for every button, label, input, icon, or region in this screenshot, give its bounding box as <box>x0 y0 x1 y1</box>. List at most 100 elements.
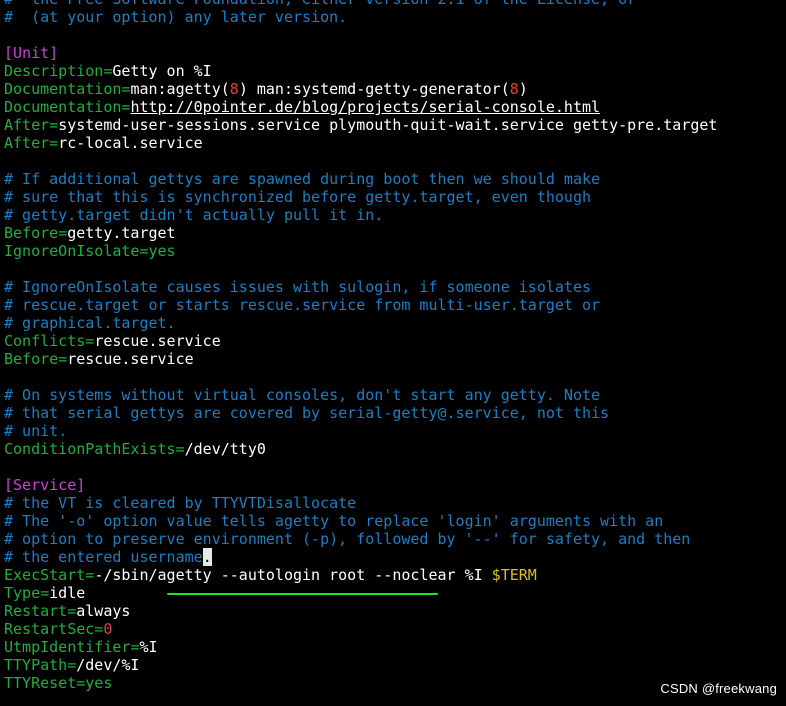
terminal-line: [Service] <box>4 476 784 494</box>
config-key: RestartSec <box>4 620 95 638</box>
config-value: ) <box>518 80 528 98</box>
comment-text: # rescue.target or starts rescue.service… <box>4 296 601 314</box>
equals-sign: = <box>67 656 77 674</box>
config-value: %I <box>139 638 158 656</box>
terminal-line: IgnoreOnIsolate=yes <box>4 242 784 260</box>
terminal-line: Before=rescue.service <box>4 350 784 368</box>
terminal-line: # the Free Software Foundation; either v… <box>4 0 784 8</box>
terminal-line: Documentation=http://0pointer.de/blog/pr… <box>4 98 784 116</box>
config-key: Conflicts <box>4 332 86 350</box>
config-value: rescue.service <box>67 350 194 368</box>
equals-sign: = <box>40 584 50 602</box>
section-header: [Unit] <box>4 44 59 62</box>
config-key: IgnoreOnIsolate <box>4 242 140 260</box>
comment-text: # The '-o' option value tells agetty to … <box>4 512 664 530</box>
config-key: After <box>4 116 50 134</box>
terminal-line: [Unit] <box>4 44 784 62</box>
config-value: ) man:systemd-getty-generator( <box>238 80 510 98</box>
equals-sign: = <box>49 116 59 134</box>
equals-sign: = <box>49 134 59 152</box>
equals-sign: = <box>76 674 86 692</box>
comment-text: # graphical.target. <box>4 314 176 332</box>
comment-text: # that serial gettys are covered by seri… <box>4 404 610 422</box>
terminal-line: # graphical.target. <box>4 314 784 332</box>
terminal-line: # getty.target didn't actually pull it i… <box>4 206 784 224</box>
comment-text: # IgnoreOnIsolate causes issues with sul… <box>4 278 591 296</box>
config-key: Before <box>4 224 59 242</box>
terminal-line: # sure that this is synchronized before … <box>4 188 784 206</box>
config-key: Documentation <box>4 80 122 98</box>
equals-sign: = <box>85 332 95 350</box>
equals-sign: = <box>85 566 95 584</box>
terminal-line: # unit. <box>4 422 784 440</box>
terminal-line: Documentation=man:agetty(8) man:systemd-… <box>4 80 784 98</box>
terminal-line: # option to preserve environment (-p), f… <box>4 530 784 548</box>
url-link[interactable]: http://0pointer.de/blog/projects/serial-… <box>130 98 600 116</box>
equals-sign: = <box>139 242 149 260</box>
terminal-line: ConditionPathExists=/dev/tty0 <box>4 440 784 458</box>
highlight-underline <box>167 593 438 595</box>
terminal-line: # If additional gettys are spawned durin… <box>4 170 784 188</box>
config-value: always <box>76 602 131 620</box>
equals-sign: = <box>58 350 68 368</box>
terminal-line: # the entered username. <box>4 548 784 566</box>
terminal-line: Conflicts=rescue.service <box>4 332 784 350</box>
boolean-value: yes <box>148 242 176 260</box>
number-value: 8 <box>229 80 239 98</box>
variable-value: $TERM <box>491 566 537 584</box>
terminal-line: # the VT is cleared by TTYVTDisallocate <box>4 494 784 512</box>
number-value: 0 <box>103 620 113 638</box>
comment-text: # the VT is cleared by TTYVTDisallocate <box>4 494 357 512</box>
terminal-line: UtmpIdentifier=%I <box>4 638 784 656</box>
number-value: 8 <box>509 80 519 98</box>
config-value: rc-local.service <box>58 134 203 152</box>
config-value: -/sbin/agetty --autologin root --noclear… <box>94 566 492 584</box>
config-key: Restart <box>4 602 68 620</box>
comment-text: # If additional gettys are spawned durin… <box>4 170 601 188</box>
comment-text: # option to preserve environment (-p), f… <box>4 530 691 548</box>
terminal-line: After=systemd-user-sessions.service plym… <box>4 116 784 134</box>
terminal-line: Before=getty.target <box>4 224 784 242</box>
config-value: systemd-user-sessions.service plymouth-q… <box>58 116 718 134</box>
equals-sign: = <box>175 440 185 458</box>
terminal-line: TTYPath=/dev/%I <box>4 656 784 674</box>
config-key: Before <box>4 350 59 368</box>
config-key: ConditionPathExists <box>4 440 176 458</box>
config-key: TTYPath <box>4 656 68 674</box>
config-value: man:agetty( <box>130 80 230 98</box>
terminal-line: Description=Getty on %I <box>4 62 784 80</box>
config-value: getty.target <box>67 224 176 242</box>
config-key: Description <box>4 62 104 80</box>
terminal-line: After=rc-local.service <box>4 134 784 152</box>
terminal-line: # IgnoreOnIsolate causes issues with sul… <box>4 278 784 296</box>
config-key: TTYReset <box>4 674 77 692</box>
comment-text: # sure that this is synchronized before … <box>4 188 591 206</box>
config-value: idle <box>49 584 86 602</box>
section-header: [Service] <box>4 476 86 494</box>
comment-text: # the entered username <box>4 548 203 566</box>
terminal-line: # rescue.target or starts rescue.service… <box>4 296 784 314</box>
terminal-line: # On systems without virtual consoles, d… <box>4 386 784 404</box>
config-key: UtmpIdentifier <box>4 638 131 656</box>
equals-sign: = <box>58 224 68 242</box>
terminal-line: ExecStart=-/sbin/agetty --autologin root… <box>4 566 784 584</box>
boolean-value: yes <box>85 674 113 692</box>
comment-text: # getty.target didn't actually pull it i… <box>4 206 384 224</box>
config-value: /dev/%I <box>76 656 140 674</box>
terminal-line: # The '-o' option value tells agetty to … <box>4 512 784 530</box>
terminal-line: RestartSec=0 <box>4 620 784 638</box>
equals-sign: = <box>94 620 104 638</box>
config-key: Type <box>4 584 41 602</box>
csdn-watermark: CSDN @freekwang <box>660 681 777 696</box>
config-value: /dev/tty0 <box>184 440 266 458</box>
comment-text: # unit. <box>4 422 68 440</box>
config-value: Getty on %I <box>112 62 212 80</box>
comment-text: # On systems without virtual consoles, d… <box>4 386 601 404</box>
config-key: After <box>4 134 50 152</box>
equals-sign: = <box>67 602 77 620</box>
terminal-editor[interactable]: # the Free Software Foundation; either v… <box>4 0 784 692</box>
terminal-line: Restart=always <box>4 602 784 620</box>
